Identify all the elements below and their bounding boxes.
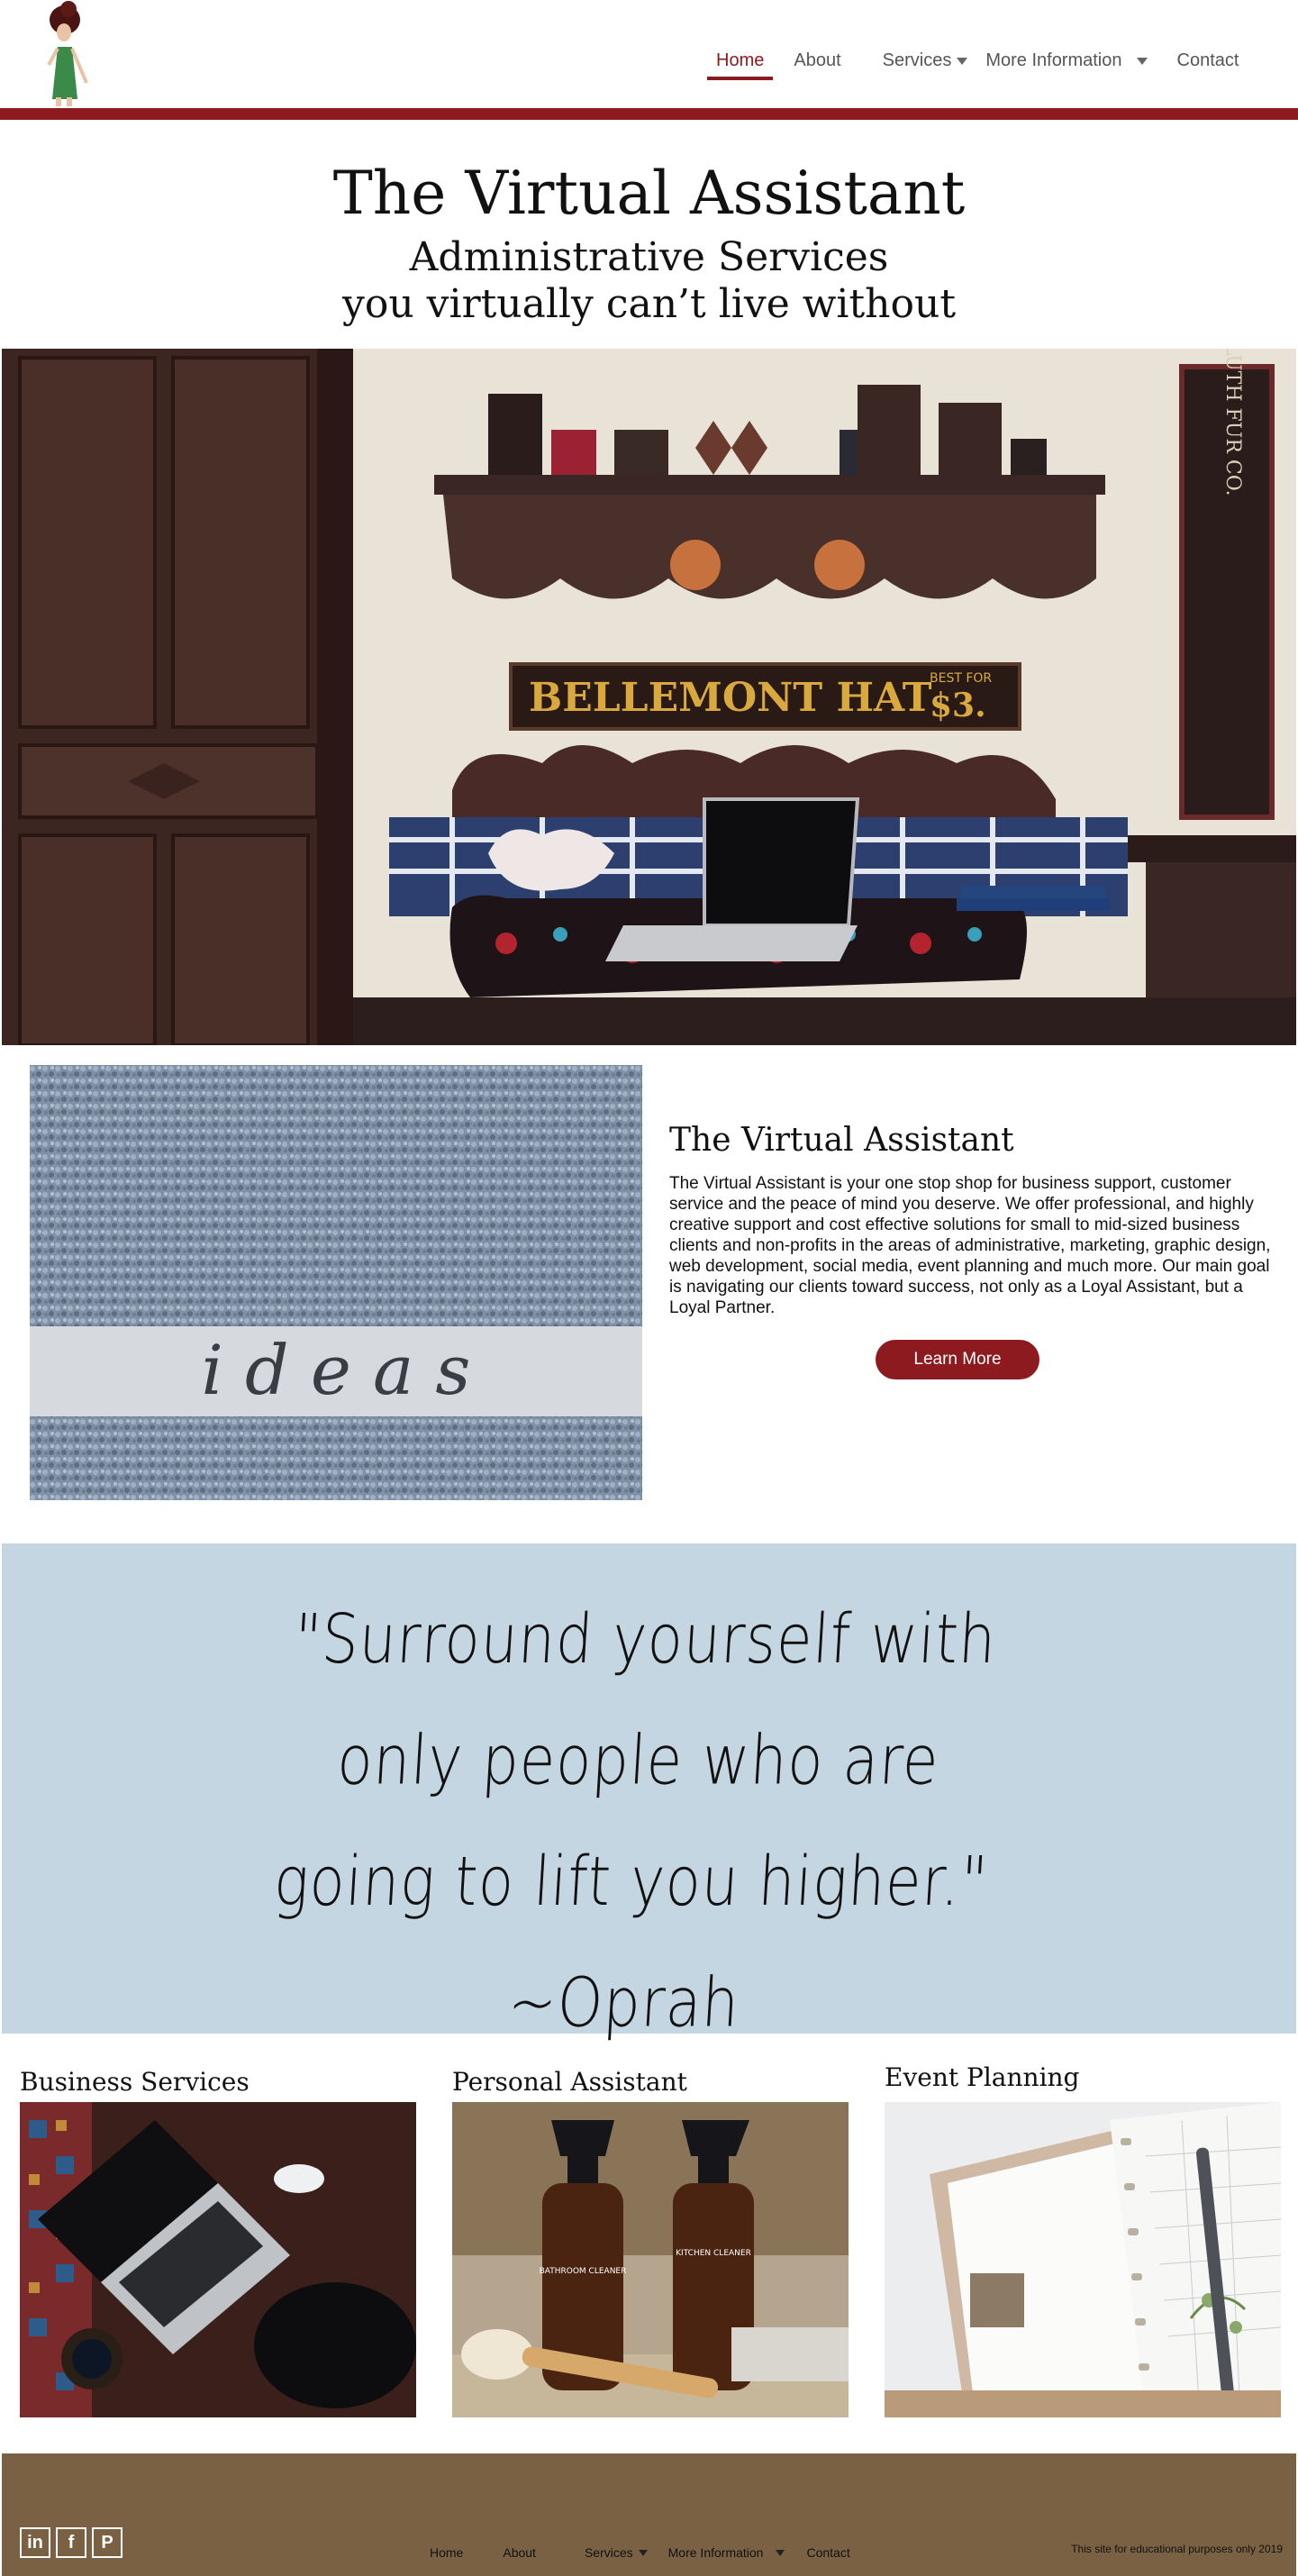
footer-nav-more-information[interactable]: More Information [668,2545,785,2560]
quote-line-3: going to lift you higher." [271,1843,991,1922]
page-title: The Virtual Assistant [332,159,966,228]
intro-heading: The Virtual Assistant [669,1122,1014,1159]
nav-services-label: Services [882,50,952,70]
pinterest-icon[interactable]: P [92,2527,123,2558]
quote-section: "Surround yourself with only people who … [2,1543,1296,2043]
personal-assistant-image: BATHROOM CLEANER KITCHEN CLEANER [452,2102,849,2417]
service-title-event: Event Planning [885,2062,1080,2092]
footer-nav-home[interactable]: Home [430,2545,463,2560]
bottle-label-1: BATHROOM CLEANER [540,2267,627,2276]
quote-text: "Surround yourself with only people who … [0,1579,1296,2064]
nav-services[interactable]: Services [883,50,968,71]
chevron-down-icon [638,2549,648,2556]
footer-nav-more-information-label: More Information [667,2545,764,2560]
footer-nav-services[interactable]: Services [585,2545,648,2560]
service-card-event[interactable]: Event Planning [885,2057,1281,2417]
nav-about-label: About [794,50,841,70]
footer-nav-about[interactable]: About [503,2545,536,2560]
social-links: in f P [20,2527,123,2558]
service-card-business[interactable]: Business Services [20,2062,416,2417]
footer-nav-contact-label: Contact [806,2545,850,2560]
nav-more-information[interactable]: More Information [985,50,1148,71]
footer-note: This site for educational purposes only … [1071,2543,1283,2555]
quote-author: ~Oprah [505,1964,742,2044]
quote-line-1: "Surround yourself with [292,1600,999,1679]
main-nav: Home About Services More Information Con… [694,50,1239,80]
sign-price: $3. [930,687,986,724]
service-card-personal[interactable]: Personal Assistant BATHROOM CLEANER KITC… [452,2062,849,2417]
service-title-business: Business Services [20,2067,250,2097]
footer-nav-home-label: Home [430,2545,464,2560]
site-footer: in f P Home About Services More Informat… [2,2453,1296,2576]
intro-section: The Virtual Assistant The Virtual Assist… [669,1122,1282,1379]
event-planning-image [885,2102,1281,2417]
side-sign-text: DULUTH FUR CO. [1221,349,1244,496]
chevron-down-icon [1136,57,1148,65]
nav-about[interactable]: About [794,50,840,71]
ideas-image: i d e a s [30,1065,642,1500]
footer-nav-about-label: About [503,2545,536,2560]
footer-nav-services-label: Services [584,2545,633,2560]
chevron-down-icon [776,2549,785,2556]
quote-line-2: only people who are [335,1722,942,1801]
intro-body: The Virtual Assistant is your one stop s… [669,1174,1271,1317]
hero-titles: The Virtual Assistant Administrative Ser… [0,153,1298,328]
chevron-down-icon [957,57,968,65]
site-header: Home About Services More Information Con… [0,0,1298,108]
footer-nav-contact[interactable]: Contact [806,2545,849,2560]
sign-text: BELLEMONT HAT [529,675,932,721]
nav-home-label: Home [716,50,765,70]
hero-image: BELLEMONT HAT BEST FOR $3. DULUTH FUR CO… [2,349,1296,1045]
service-title-personal: Personal Assistant [452,2067,687,2097]
sign-best-for: BEST FOR [930,671,992,686]
facebook-icon[interactable]: f [56,2527,86,2558]
ideas-word: i d e a s [202,1330,471,1410]
page-subtitle-line-2: you virtually can’t live without [341,281,957,327]
learn-more-button[interactable]: Learn More [876,1340,1039,1379]
nav-home[interactable]: Home [706,50,774,80]
bottle-label-2: KITCHEN CLEANER [676,2249,751,2258]
linkedin-icon[interactable]: in [20,2527,50,2558]
nav-more-information-label: More Information [985,50,1122,70]
header-accent-bar [0,108,1298,120]
nav-contact-label: Contact [1176,50,1239,70]
page-subtitle-line-1: Administrative Services [409,234,889,280]
logo[interactable] [36,0,99,108]
business-services-image [20,2102,416,2417]
nav-contact[interactable]: Contact [1177,50,1239,71]
footer-nav: Home About Services More Information Con… [430,2545,850,2560]
